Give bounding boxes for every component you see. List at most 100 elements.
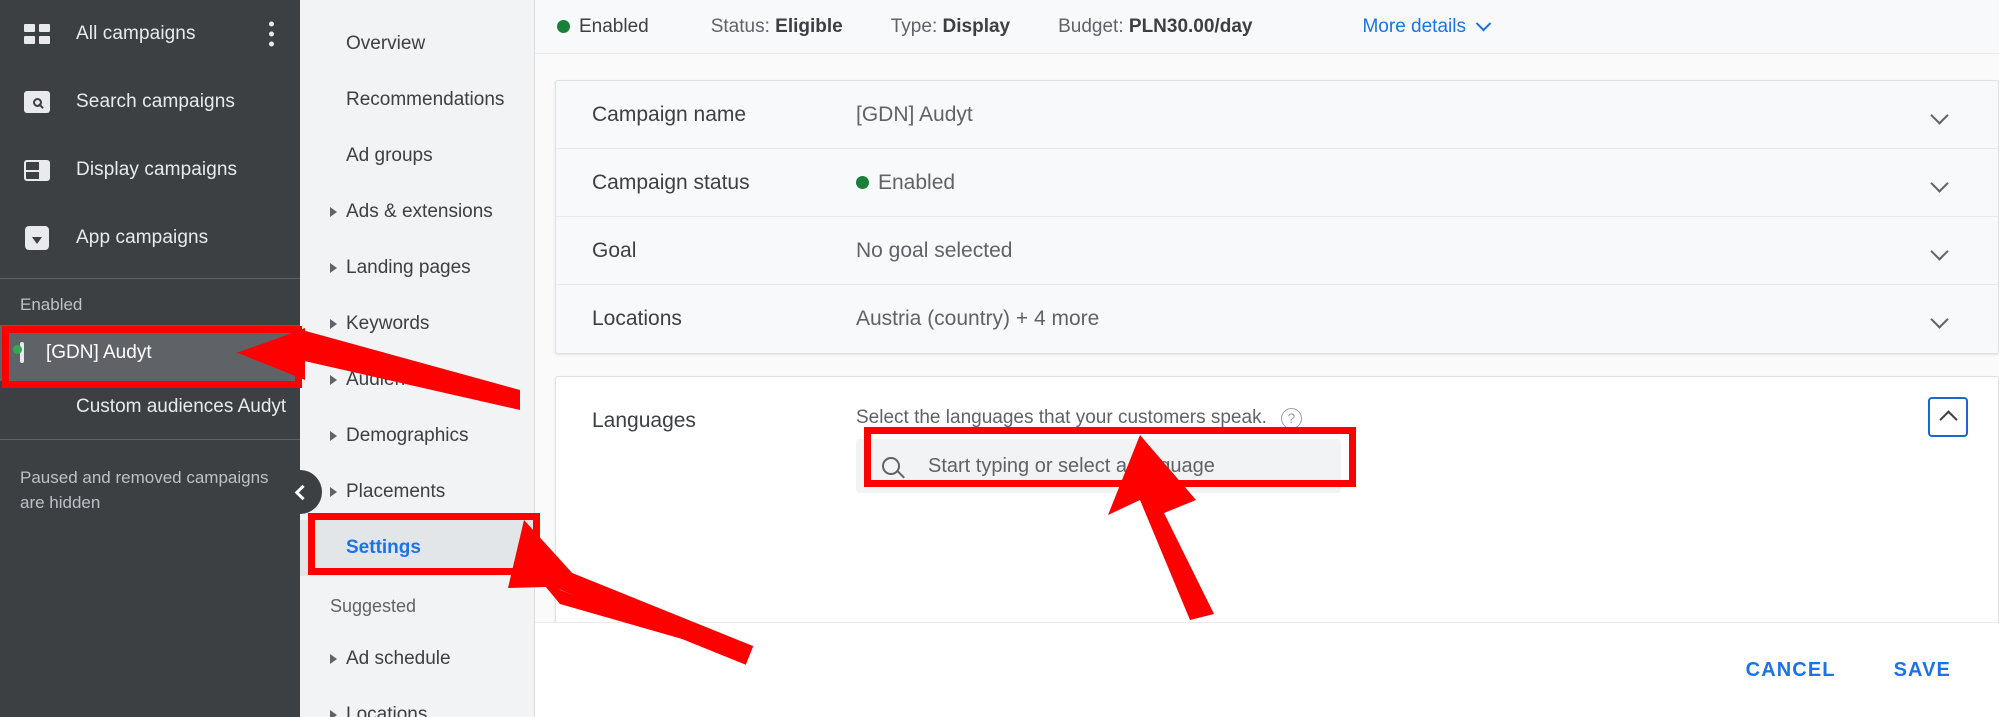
kebab-menu-icon[interactable] [268, 21, 274, 47]
language-search-placeholder: Start typing or select a language [928, 454, 1215, 477]
setting-row-campaign-name[interactable]: Campaign name [GDN] Audyt [556, 81, 1998, 149]
setting-value-wrap: Enabled [856, 171, 955, 195]
nav-item-ad-schedule[interactable]: Ad schedule [300, 631, 534, 687]
search-icon [20, 85, 54, 119]
app-icon [20, 221, 54, 255]
languages-collapse-button[interactable] [1928, 397, 1968, 437]
form-action-bar: CANCEL SAVE [535, 622, 1999, 717]
rail-campaign-label: [GDN] Audyt [46, 342, 152, 363]
page-nav: Overview Recommendations Ad groups Ads &… [300, 0, 535, 717]
caret-right-icon [330, 319, 337, 329]
display-icon [13, 342, 25, 363]
setting-value: Austria (country) + 4 more [856, 307, 1100, 330]
status-field-value: Eligible [775, 15, 843, 37]
rail-item-gdn-audyt[interactable]: [GDN] Audyt [0, 325, 300, 381]
nav-item-label: Placements [346, 481, 446, 502]
rail-item-all-campaigns[interactable]: All campaigns [0, 0, 300, 68]
nav-item-keywords[interactable]: Keywords [300, 296, 534, 352]
nav-item-ad-groups[interactable]: Ad groups [300, 128, 534, 184]
setting-row-goal[interactable]: Goal No goal selected [556, 217, 1998, 285]
nav-item-label: Keywords [346, 313, 430, 334]
languages-card: Languages Select the languages that your… [555, 376, 1999, 631]
setting-row-campaign-status[interactable]: Campaign status Enabled [556, 149, 1998, 217]
sidebar-collapse-handle[interactable] [278, 470, 322, 514]
type-field: Type: Display [891, 16, 1010, 38]
search-icon [882, 457, 900, 475]
type-field-value: Display [942, 15, 1011, 37]
rail-item-display-campaigns[interactable]: Display campaigns [0, 136, 300, 204]
main-content: Enabled Status: Eligible Type: Display B… [535, 0, 1999, 717]
rail-item-label: Search campaigns [76, 91, 235, 112]
setting-row-locations[interactable]: Locations Austria (country) + 4 more [556, 285, 1998, 353]
languages-help-row: Select the languages that your customers… [856, 407, 1302, 429]
chevron-up-icon [1938, 410, 1958, 429]
setting-label: Campaign name [592, 102, 747, 126]
nav-item-label: Settings [346, 537, 421, 558]
display-icon [20, 153, 54, 187]
status-dot [13, 345, 22, 354]
chevron-down-icon[interactable] [1930, 105, 1949, 125]
nav-item-label: Ad schedule [346, 648, 451, 669]
rail-item-custom-audiences[interactable]: Custom audiences Audyt [0, 381, 300, 433]
type-field-key: Type: [890, 15, 938, 37]
caret-right-icon [330, 710, 337, 717]
more-details-button[interactable]: More details [1362, 15, 1492, 38]
rail-section-label: Enabled [20, 295, 83, 314]
chevron-down-icon[interactable] [1930, 241, 1949, 261]
nav-item-label: Locations [346, 704, 428, 717]
setting-label: Goal [592, 238, 637, 262]
rail-item-label: All campaigns [76, 23, 196, 44]
nav-item-label: Recommendations [346, 89, 505, 110]
nav-item-placements[interactable]: Placements [300, 464, 534, 520]
nav-item-label: Overview [346, 33, 426, 54]
status-badge-label: Enabled [579, 15, 649, 37]
status-field-key: Status: [710, 15, 770, 37]
nav-item-label: Ads & extensions [346, 201, 493, 222]
google-ads-settings-screen: All campaigns Search campaigns Display c… [0, 0, 1999, 717]
nav-item-locations[interactable]: Locations [300, 687, 534, 717]
nav-item-overview[interactable]: Overview [300, 16, 534, 72]
caret-right-icon [330, 375, 337, 385]
chevron-down-icon [1475, 15, 1492, 32]
setting-value: No goal selected [856, 238, 1013, 262]
nav-item-ads-extensions[interactable]: Ads & extensions [300, 184, 534, 240]
nav-item-label: Landing pages [346, 257, 471, 278]
caret-right-icon [330, 207, 337, 217]
nav-item-audiences[interactable]: Audiences [300, 352, 534, 408]
save-button[interactable]: SAVE [1894, 659, 1951, 682]
nav-item-settings[interactable]: Settings [300, 520, 534, 576]
setting-label: Campaign status [592, 170, 750, 194]
campaign-status-bar: Enabled Status: Eligible Type: Display B… [535, 0, 1999, 54]
nav-item-label: Audiences [346, 369, 435, 390]
chevron-down-icon[interactable] [1930, 310, 1949, 329]
nav-item-label: Ad groups [346, 145, 433, 166]
languages-label: Languages [592, 409, 696, 432]
status-field: Status: Eligible [711, 16, 843, 38]
rail-item-app-campaigns[interactable]: App campaigns [0, 204, 300, 272]
budget-field-value: PLN30.00/day [1128, 15, 1253, 37]
chevron-left-icon [294, 484, 310, 500]
campaign-rail: All campaigns Search campaigns Display c… [0, 0, 322, 717]
rail-hidden-note: Paused and removed campaigns are hidden [20, 468, 269, 512]
rail-item-label: App campaigns [76, 227, 209, 248]
setting-value: [GDN] Audyt [856, 102, 973, 126]
status-dot-icon [856, 176, 869, 189]
more-details-label: More details [1362, 15, 1466, 37]
grid-icon [20, 17, 54, 51]
nav-group-label-suggested: Suggested [330, 596, 417, 616]
caret-right-icon [330, 431, 337, 441]
nav-item-demographics[interactable]: Demographics [300, 408, 534, 464]
nav-item-landing-pages[interactable]: Landing pages [300, 240, 534, 296]
nav-item-label: Demographics [346, 425, 469, 446]
chevron-down-icon[interactable] [1930, 173, 1949, 193]
help-circle-icon[interactable]: ? [1280, 407, 1302, 429]
budget-field-key: Budget: [1058, 15, 1124, 37]
caret-right-icon [330, 263, 337, 273]
budget-field: Budget: PLN30.00/day [1058, 16, 1252, 38]
cancel-button[interactable]: CANCEL [1746, 659, 1836, 682]
language-search-input[interactable]: Start typing or select a language [856, 439, 1341, 493]
nav-item-recommendations[interactable]: Recommendations [300, 72, 534, 128]
campaign-settings-card: Campaign name [GDN] Audyt Campaign statu… [555, 80, 1999, 354]
rail-item-search-campaigns[interactable]: Search campaigns [0, 68, 300, 136]
status-badge: Enabled [557, 16, 649, 38]
